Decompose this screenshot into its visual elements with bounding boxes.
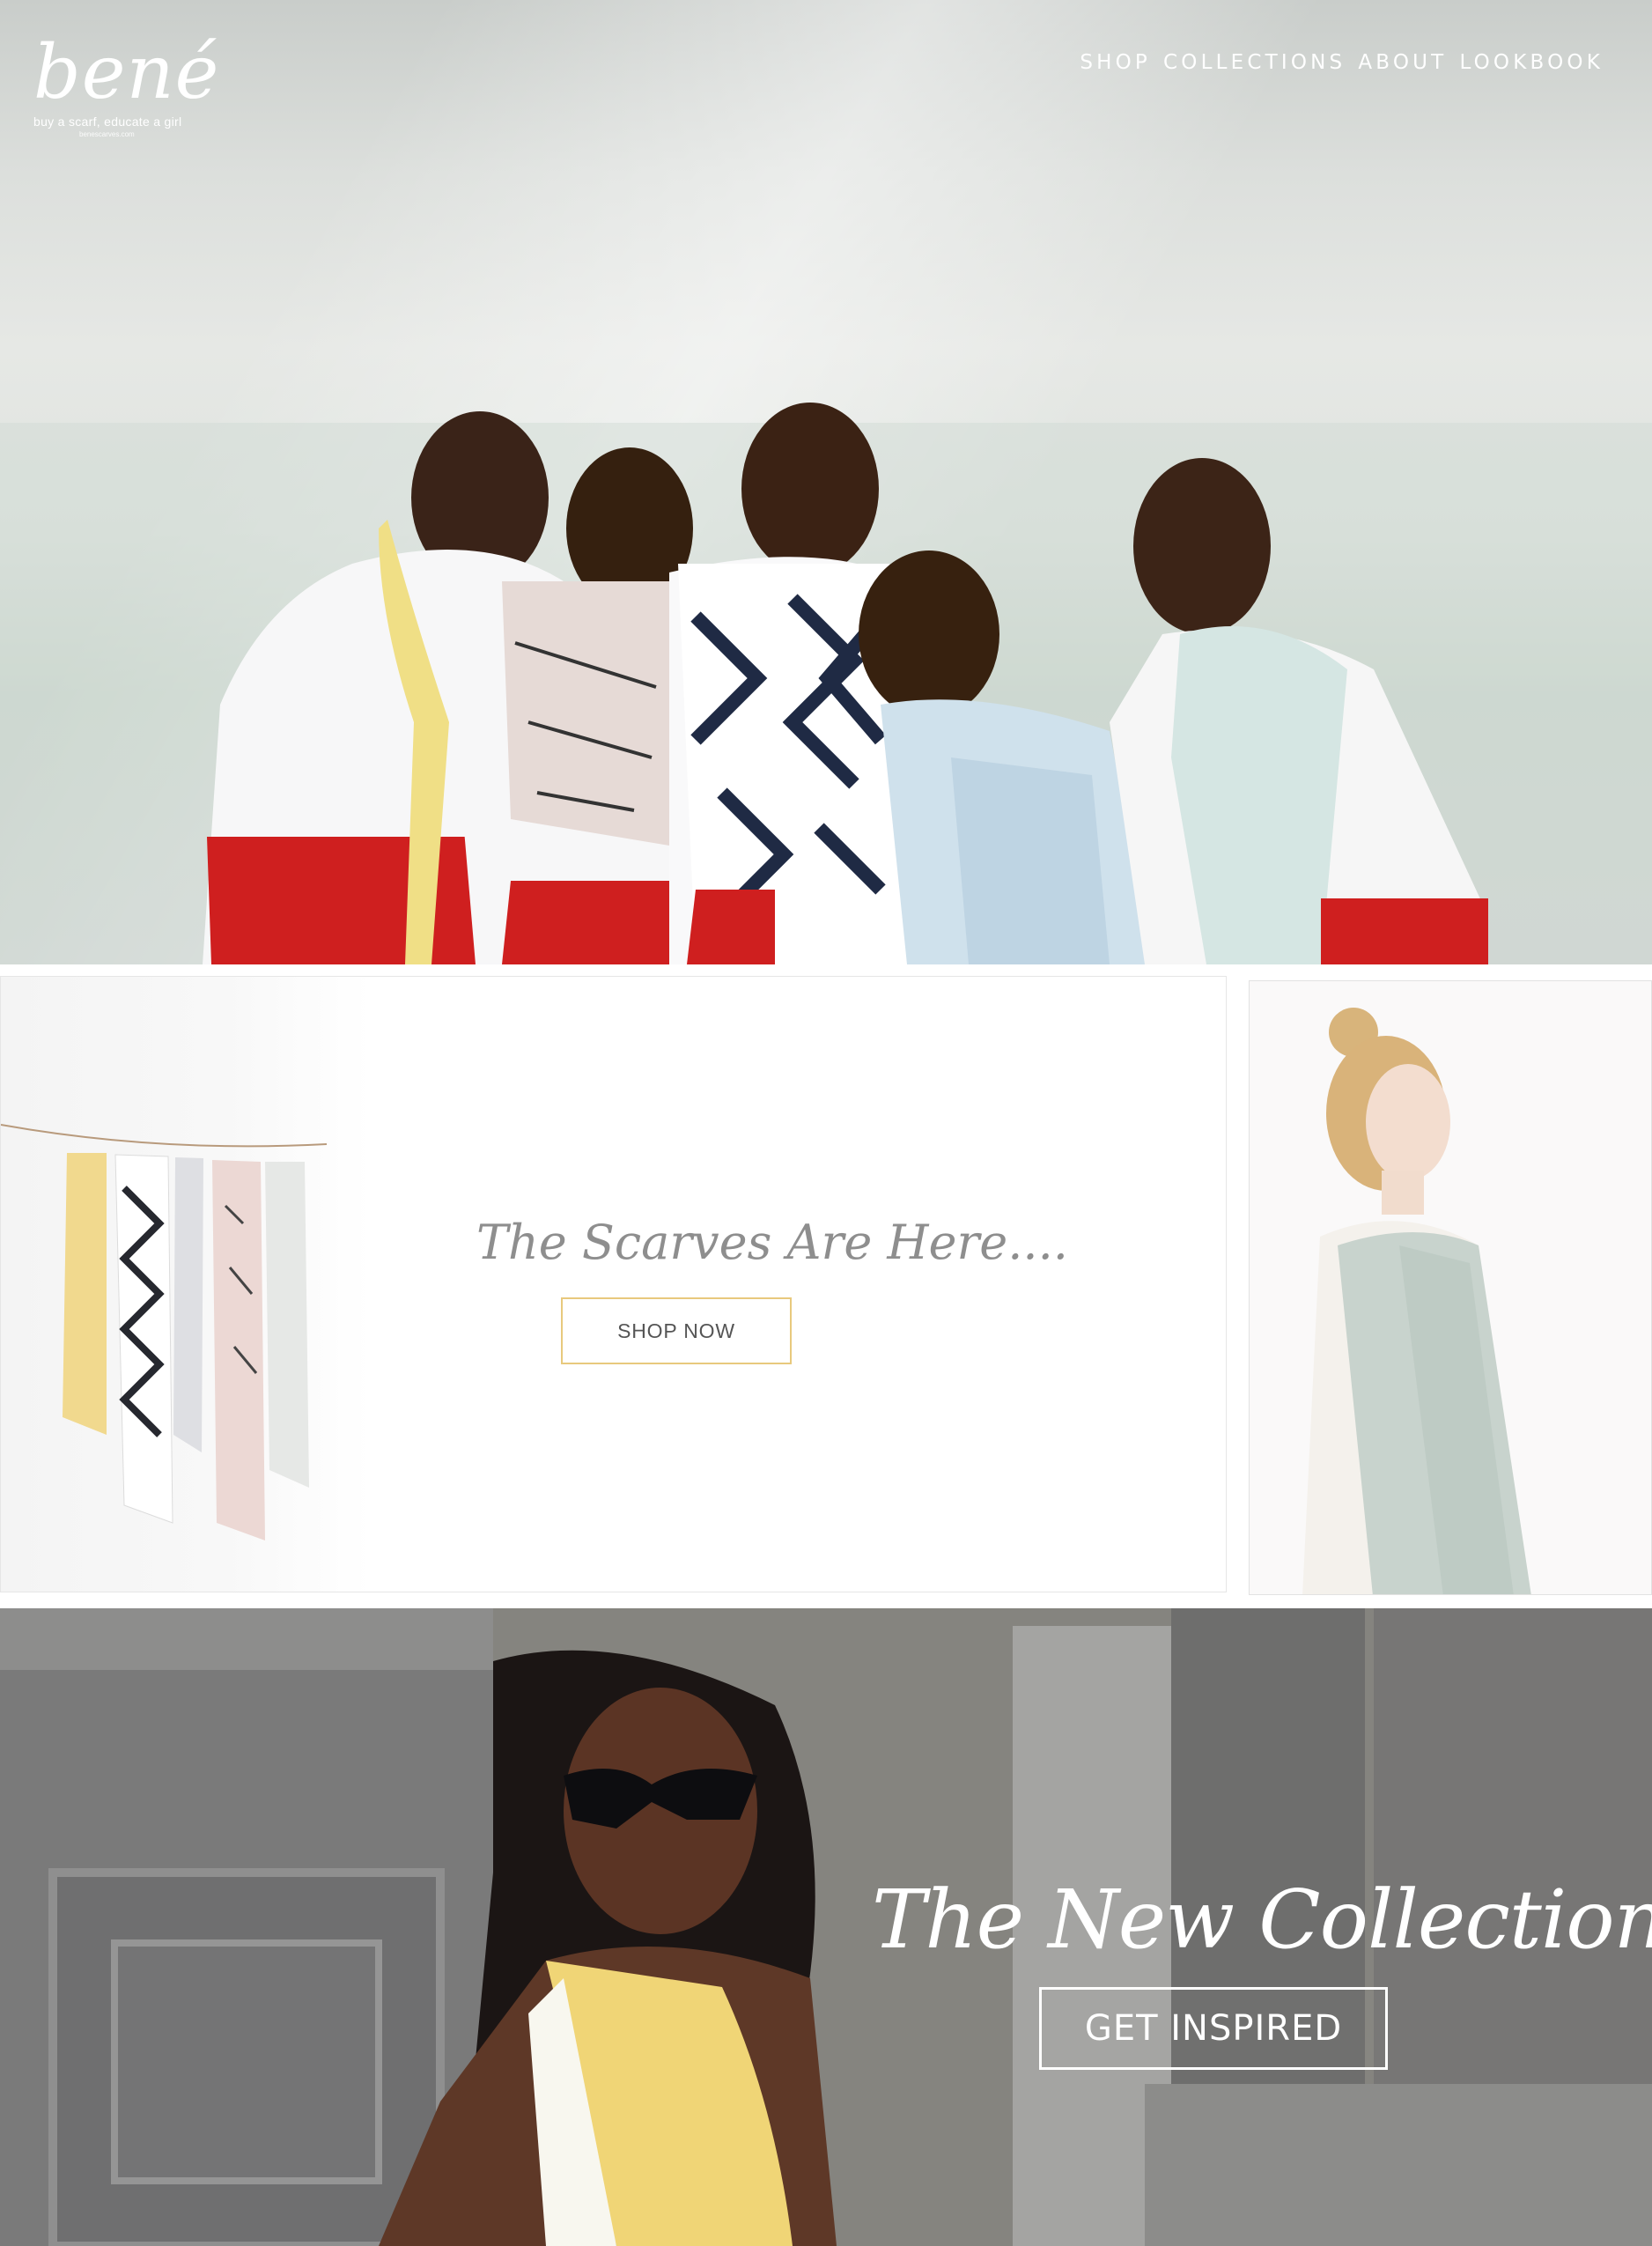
- hero-image: [0, 403, 1652, 964]
- collection-banner: The New Collection GET INSPIRED: [0, 1608, 1652, 2246]
- nav-item-about[interactable]: ABOUT: [1358, 51, 1447, 74]
- get-inspired-button[interactable]: GET INSPIRED: [1039, 1987, 1388, 2070]
- main-nav: SHOP COLLECTIONS ABOUT LOOKBOOK: [1080, 51, 1604, 74]
- nav-item-shop[interactable]: SHOP: [1080, 51, 1151, 74]
- logo-tagline: buy a scarf, educate a girl: [33, 115, 182, 129]
- scarves-image: [1, 1124, 328, 1540]
- side-portrait[interactable]: [1249, 980, 1652, 1595]
- promo-section: The Scarves Are Here.... SHOP NOW: [0, 976, 1227, 1592]
- shop-now-button[interactable]: SHOP NOW: [561, 1297, 792, 1364]
- brand-logo[interactable]: bené buy a scarf, educate a girl benesca…: [33, 29, 220, 150]
- logo-wordmark: bené: [33, 29, 220, 115]
- portrait-image: [1250, 981, 1651, 1594]
- logo-url: benescarves.com: [79, 130, 135, 138]
- hero-section: bené buy a scarf, educate a girl benesca…: [0, 0, 1652, 964]
- banner-title: The New Collection: [872, 1873, 1652, 1967]
- nav-item-collections[interactable]: COLLECTIONS: [1163, 51, 1346, 74]
- promo-title: The Scarves Are Here....: [476, 1215, 1068, 1270]
- nav-item-lookbook[interactable]: LOOKBOOK: [1459, 51, 1604, 74]
